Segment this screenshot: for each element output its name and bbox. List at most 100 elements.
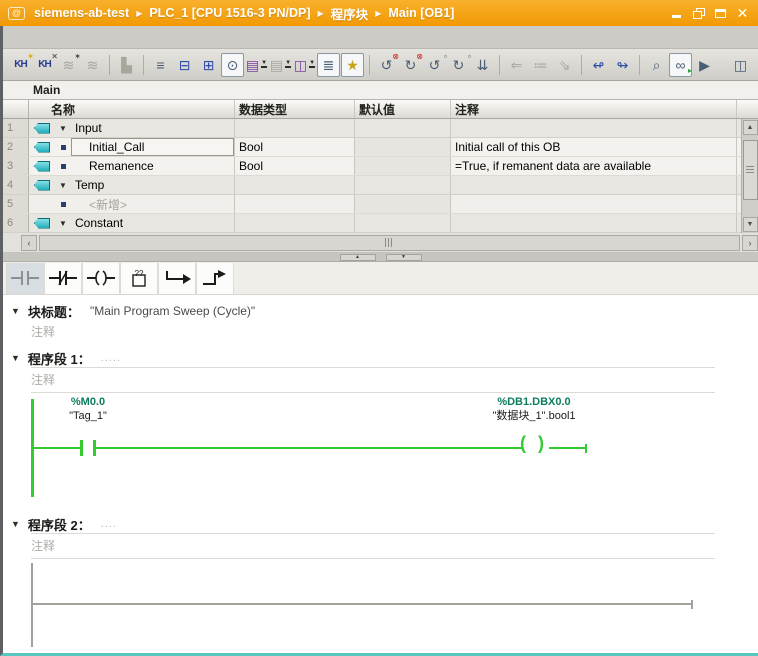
header-datatype[interactable]: 数据类型 [235, 100, 355, 118]
cell-datatype[interactable]: Bool [235, 157, 355, 175]
row-marker-cell[interactable]: ▼ [55, 214, 71, 232]
table-row[interactable]: 6 ▼ Constant [3, 214, 758, 233]
cell-default-value[interactable] [355, 119, 451, 137]
cell-datatype[interactable] [235, 176, 355, 194]
dropdown-arrow-icon[interactable]: ▼ [285, 61, 291, 68]
cell-datatype[interactable] [235, 214, 355, 232]
row-marker-cell[interactable] [55, 195, 71, 213]
cell-datatype[interactable]: Bool [235, 138, 355, 156]
section-collapse-icon[interactable]: ▼ [59, 181, 67, 190]
renumber-icon[interactable]: ≋✶ [57, 53, 80, 77]
network-1-title-placeholder[interactable]: ..... [101, 352, 121, 364]
breadcrumb-program-blocks[interactable]: 程序块 [331, 4, 369, 23]
find-replace-icon[interactable]: ⌕ [645, 53, 668, 77]
horizontal-scroll-thumb[interactable] [39, 235, 740, 251]
cell-name[interactable]: Temp [71, 176, 235, 194]
renumber-all-icon[interactable]: ≋ [81, 53, 104, 77]
section-collapse-icon[interactable]: ▼ [59, 124, 67, 133]
collapse-triangle-icon[interactable]: ▼ [11, 519, 20, 529]
table-row[interactable]: 1 ▼ Input [3, 119, 758, 138]
row-marker-cell[interactable] [55, 157, 71, 175]
collapse-triangle-icon[interactable]: ▼ [11, 353, 20, 363]
open-branch-icon[interactable] [158, 263, 196, 294]
scroll-down-icon[interactable]: ▼ [743, 217, 758, 232]
vertical-scroll-thumb[interactable] [743, 140, 758, 200]
coil-icon[interactable] [82, 263, 120, 294]
cell-default-value[interactable] [355, 176, 451, 194]
cell-default-value[interactable] [355, 138, 451, 156]
goto-next-error-icon[interactable]: ↻⊗ [399, 53, 422, 77]
contact-open-icon[interactable] [6, 263, 44, 294]
dropdown-arrow-icon[interactable]: ▼ [309, 61, 315, 68]
toolbar-overflow-icon[interactable]: ▶ [693, 53, 716, 77]
cell-datatype[interactable] [235, 195, 355, 213]
contact-operand-label[interactable]: %M0.0 "Tag_1" [33, 395, 143, 423]
breadcrumb-plc[interactable]: PLC_1 [CPU 1516-3 PN/DP] [149, 6, 310, 20]
vertical-scrollbar[interactable]: ▲ ▼ [741, 119, 758, 233]
network-2-comment-placeholder[interactable]: 注释 [31, 534, 715, 559]
network-1-rung[interactable]: %M0.0 "Tag_1" ( ) %DB1.DBX0.0 "数据块_1".bo… [3, 393, 758, 505]
network-comments-icon[interactable]: ≡ [149, 53, 172, 77]
row-marker-cell[interactable]: ▼ [55, 119, 71, 137]
outdent-icon[interactable]: ⇘ [553, 53, 576, 77]
toggle-comments-icon[interactable]: ⊙ [221, 53, 244, 77]
row-number[interactable]: 6 [3, 214, 29, 232]
empty-box-icon[interactable]: ?? [120, 263, 158, 294]
operand-display-icon[interactable]: ◫▼ [293, 53, 316, 77]
goto-previous-error-icon[interactable]: ↺⊗ [375, 53, 398, 77]
network-2-header[interactable]: ▼ 程序段 2： .... [11, 515, 758, 533]
header-name[interactable]: 名称 [29, 100, 235, 118]
minimize-button[interactable] [669, 6, 684, 20]
cell-comment[interactable] [451, 119, 737, 137]
breadcrumb-project[interactable]: siemens-ab-test [34, 6, 129, 20]
cell-comment[interactable] [451, 195, 737, 213]
row-number[interactable]: 3 [3, 157, 29, 175]
coil-tag-name[interactable]: "数据块_1".bool1 [444, 409, 624, 423]
scroll-up-icon[interactable]: ▲ [743, 120, 758, 135]
close-button[interactable]: ✕ [735, 6, 750, 20]
contact-closed-icon[interactable] [44, 263, 82, 294]
cell-name[interactable]: Initial_Call [71, 138, 235, 156]
block-comment-placeholder[interactable]: 注释 [31, 323, 758, 339]
network-1-header[interactable]: ▼ 程序段 1： ..... [11, 349, 758, 367]
coil-address[interactable]: %DB1.DBX0.0 [444, 395, 624, 409]
close-branch-icon[interactable] [196, 263, 234, 294]
collapse-networks-icon[interactable]: ⊟ [173, 53, 196, 77]
cell-default-value[interactable] [355, 157, 451, 175]
splitter-down-button[interactable]: ▼ [386, 254, 422, 261]
restore-button[interactable] [691, 6, 706, 20]
scroll-right-icon[interactable]: › [742, 235, 758, 251]
collapse-triangle-icon[interactable]: ▼ [11, 306, 20, 316]
splitter-up-button[interactable]: ▲ [340, 254, 376, 261]
monitoring-icon[interactable]: ∞▸ [669, 53, 692, 77]
breadcrumb-main-ob1[interactable]: Main [OB1] [388, 6, 454, 20]
coil-operand-label[interactable]: %DB1.DBX0.0 "数据块_1".bool1 [444, 395, 624, 423]
table-row[interactable]: 3RemanenceBool=True, if remanent data ar… [3, 157, 758, 176]
cell-default-value[interactable] [355, 195, 451, 213]
table-row[interactable]: 4▼Temp [3, 176, 758, 195]
cell-comment[interactable] [451, 214, 737, 232]
section-collapse-icon[interactable]: ▼ [59, 219, 67, 228]
free-form-comments-icon[interactable]: ▤▼ [269, 53, 292, 77]
scroll-left-icon[interactable]: ‹ [21, 235, 37, 251]
absolute-operands-icon[interactable]: ⇐ [505, 53, 528, 77]
insert-network-icon[interactable]: KH✶ [9, 53, 32, 77]
cell-name[interactable]: Constant [71, 214, 235, 232]
cell-comment[interactable]: Initial call of this OB [451, 138, 737, 156]
cell-default-value[interactable] [355, 214, 451, 232]
tab-main[interactable]: Main [33, 83, 60, 97]
consistency-check-icon[interactable]: ↻▫ [447, 53, 470, 77]
header-default[interactable]: 默认值 [355, 100, 451, 118]
keep-actual-values-icon[interactable]: ▙ [115, 53, 138, 77]
maximize-button[interactable] [713, 6, 728, 20]
cell-name[interactable]: Input [71, 119, 235, 137]
network-1-comment-placeholder[interactable]: 注释 [31, 368, 715, 393]
contact-tag-name[interactable]: "Tag_1" [33, 409, 143, 423]
expand-operands-icon[interactable]: ▤▼ [245, 53, 268, 77]
expand-networks-icon[interactable]: ⊞ [197, 53, 220, 77]
block-title-value[interactable]: "Main Program Sweep (Cycle)" [90, 304, 255, 318]
cell-name[interactable]: Remanence [71, 157, 235, 175]
indent-icon[interactable]: ≔ [529, 53, 552, 77]
row-number[interactable]: 1 [3, 119, 29, 137]
row-number[interactable]: 2 [3, 138, 29, 156]
